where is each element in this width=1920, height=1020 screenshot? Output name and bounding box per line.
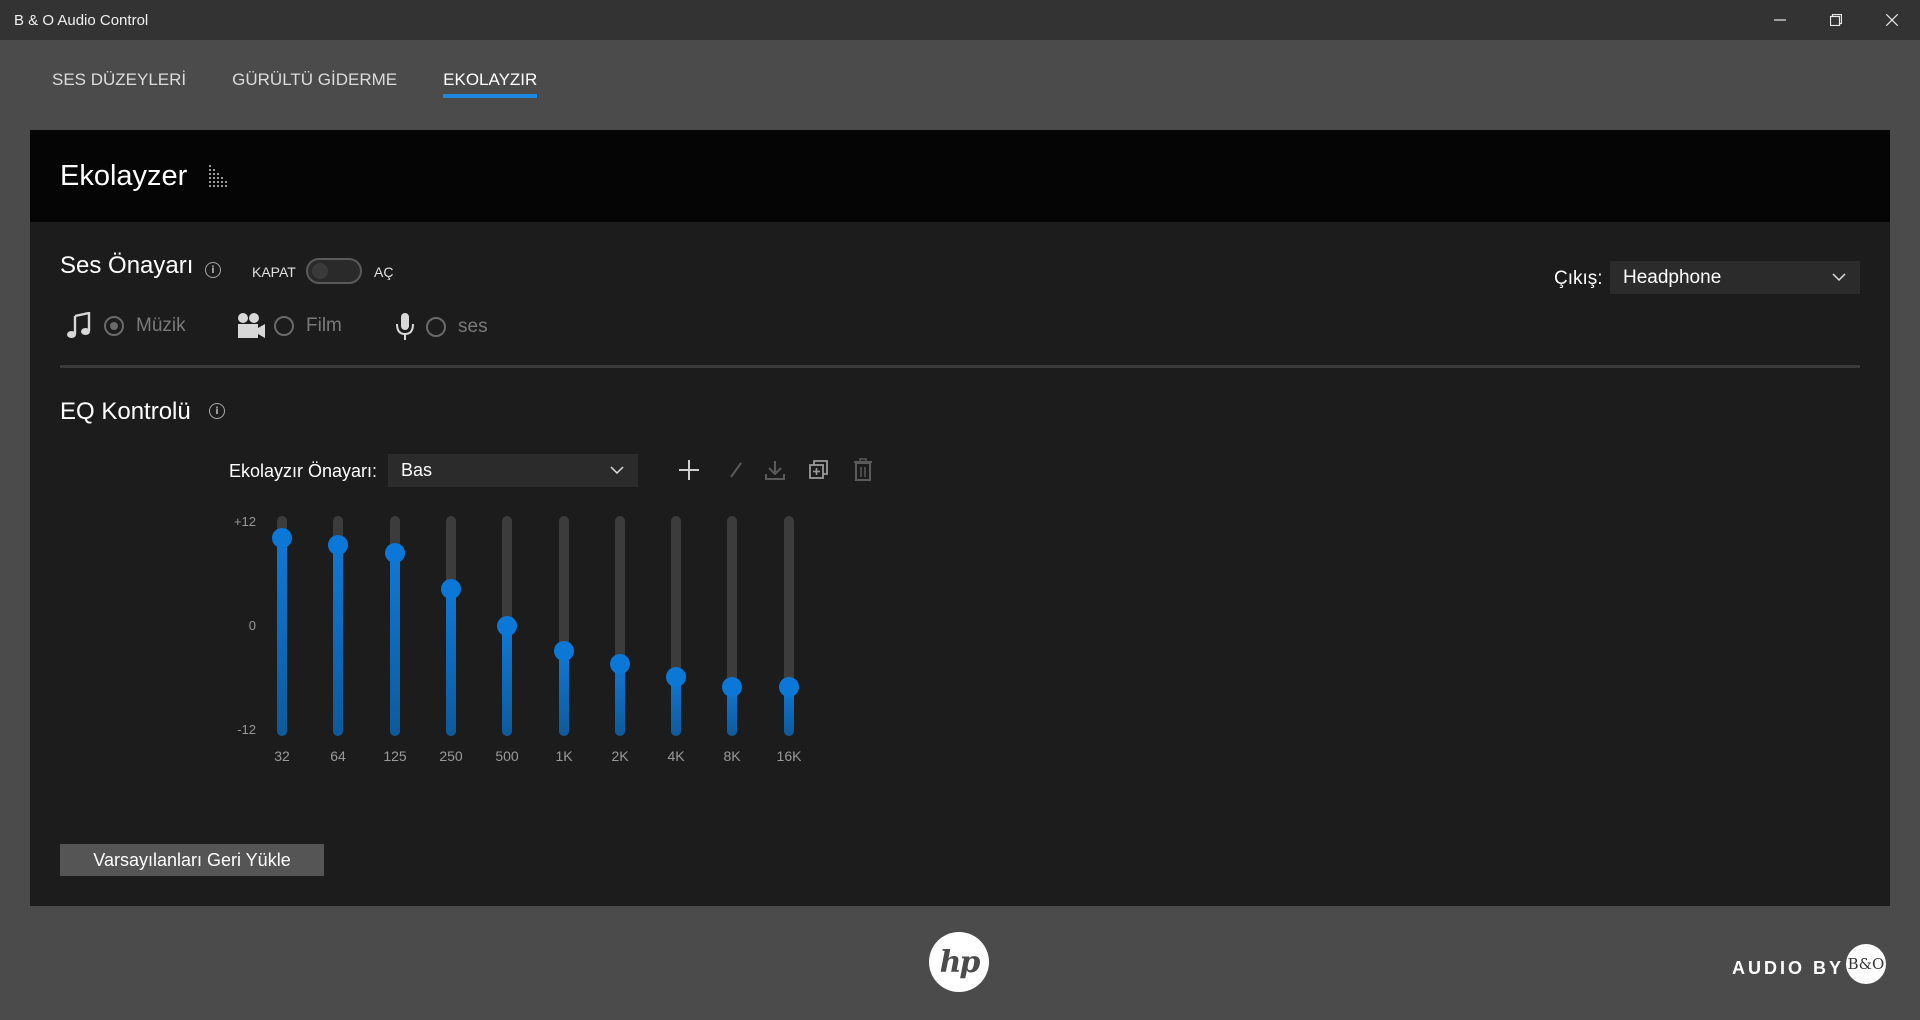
freq-label: 1K <box>555 748 573 764</box>
slider-fill <box>559 651 569 736</box>
minimize-icon <box>1774 19 1786 21</box>
window-controls <box>1752 0 1920 40</box>
sound-preset-toggle[interactable] <box>306 258 362 284</box>
close-icon <box>1886 14 1898 26</box>
eq-slider-4K[interactable] <box>666 516 686 736</box>
eq-slider-1K[interactable] <box>554 516 574 736</box>
preset-option-film[interactable]: Film <box>236 312 342 340</box>
radio-film[interactable] <box>274 316 294 336</box>
radio-label-voice: ses <box>458 316 488 337</box>
panel-title: Ekolayzer <box>60 159 188 192</box>
camera-icon <box>238 313 265 338</box>
panel-header: Ekolayzer <box>30 130 1890 222</box>
microphone-icon <box>396 313 414 340</box>
bo-logo: B&O <box>1846 944 1886 984</box>
db-label-min: -12 <box>237 722 256 737</box>
slider-thumb[interactable] <box>666 667 686 687</box>
slider-thumb[interactable] <box>497 616 517 636</box>
eq-slider-32[interactable] <box>272 516 292 736</box>
info-icon[interactable]: i <box>205 262 221 278</box>
audio-by-label: AUDIO BY <box>1732 958 1845 978</box>
slider-fill <box>502 626 512 736</box>
eq-preset-label: Ekolayzır Önayarı: <box>229 461 378 481</box>
slider-fill <box>390 553 400 736</box>
db-label-zero: 0 <box>248 618 256 633</box>
add-icon[interactable] <box>678 459 700 481</box>
freq-label: 16K <box>776 748 802 764</box>
slider-thumb[interactable] <box>385 543 405 563</box>
tab-equalizer[interactable]: EKOLAYZIR <box>443 70 538 98</box>
restore-button[interactable] <box>1808 0 1864 40</box>
freq-label: 125 <box>383 748 407 764</box>
eq-slider-64[interactable] <box>328 516 348 736</box>
db-label-max: +12 <box>233 514 256 529</box>
window-title: B & O Audio Control <box>14 11 149 29</box>
chevron-down-icon <box>1832 272 1846 281</box>
hp-logo-text: hp <box>939 944 981 980</box>
freq-label: 500 <box>495 748 519 764</box>
eq-preset-value: Bas <box>401 460 433 480</box>
close-button[interactable] <box>1864 0 1920 40</box>
restore-defaults-button[interactable]: Varsayılanları Geri Yükle <box>60 844 324 876</box>
slider-fill <box>333 545 343 736</box>
freq-label: 64 <box>330 748 346 764</box>
title-bar: B & O Audio Control <box>0 0 1920 40</box>
preset-option-voice[interactable]: ses <box>394 312 488 342</box>
freq-label: 2K <box>611 748 629 764</box>
minimize-button[interactable] <box>1752 0 1808 40</box>
chevron-down-icon <box>610 465 624 474</box>
radio-label-music: Müzik <box>136 315 186 336</box>
toggle-off-label: KAPAT <box>252 264 296 280</box>
hp-logo: hp <box>929 932 989 992</box>
restore-icon <box>1830 14 1842 26</box>
freq-label: 4K <box>667 748 685 764</box>
eq-slider-16K[interactable] <box>779 516 799 736</box>
eq-info-icon[interactable]: i <box>209 403 225 419</box>
preset-option-music[interactable]: Müzik <box>66 312 186 340</box>
slider-thumb[interactable] <box>272 528 292 548</box>
edit-icon[interactable] <box>727 461 745 479</box>
tab-bar: SES DÜZEYLERİ GÜRÜLTÜ GİDERME EKOLAYZIR <box>52 70 538 98</box>
slider-thumb[interactable] <box>722 677 742 697</box>
slider-fill <box>615 664 625 736</box>
eq-slider-125[interactable] <box>385 516 405 736</box>
slider-thumb[interactable] <box>610 654 630 674</box>
tab-sound-levels[interactable]: SES DÜZEYLERİ <box>52 70 186 98</box>
eq-control-title: EQ Kontrolü <box>60 398 191 425</box>
output-value: Headphone <box>1623 266 1722 288</box>
radio-voice[interactable] <box>426 317 446 337</box>
eq-slider-2K[interactable] <box>610 516 630 736</box>
output-select[interactable]: Headphone <box>1610 261 1860 294</box>
slider-thumb[interactable] <box>779 677 799 697</box>
slider-fill <box>277 538 287 736</box>
toggle-on-label: AÇ <box>374 264 394 280</box>
eq-preset-select[interactable]: Bas <box>388 454 638 487</box>
radio-label-film: Film <box>306 315 342 336</box>
freq-label: 32 <box>274 748 290 764</box>
radio-music[interactable] <box>104 316 124 336</box>
tab-noise-cancelling[interactable]: GÜRÜLTÜ GİDERME <box>232 70 397 98</box>
toggle-knob <box>312 263 328 279</box>
slider-thumb[interactable] <box>554 641 574 661</box>
eq-slider-250[interactable] <box>441 516 461 736</box>
bo-logo-text: B&O <box>1847 955 1885 973</box>
slider-thumb[interactable] <box>328 535 348 555</box>
freq-label: 250 <box>439 748 463 764</box>
sound-preset-title: Ses Önayarı <box>60 252 194 279</box>
section-divider <box>60 365 1860 368</box>
equalizer-icon <box>209 165 228 187</box>
equalizer-panel: Ekolayzer Ses Önayarı i KAPAT AÇ Çıkış: … <box>30 130 1890 906</box>
delete-icon[interactable] <box>853 458 873 481</box>
eq-slider-8K[interactable] <box>722 516 742 736</box>
eq-slider-500[interactable] <box>497 516 517 736</box>
output-label: Çıkış: <box>1554 268 1603 289</box>
freq-label: 8K <box>723 748 741 764</box>
download-icon[interactable] <box>764 459 786 481</box>
copy-icon[interactable] <box>808 459 830 481</box>
slider-fill <box>446 589 456 736</box>
slider-thumb[interactable] <box>441 579 461 599</box>
music-note-icon <box>67 312 91 338</box>
